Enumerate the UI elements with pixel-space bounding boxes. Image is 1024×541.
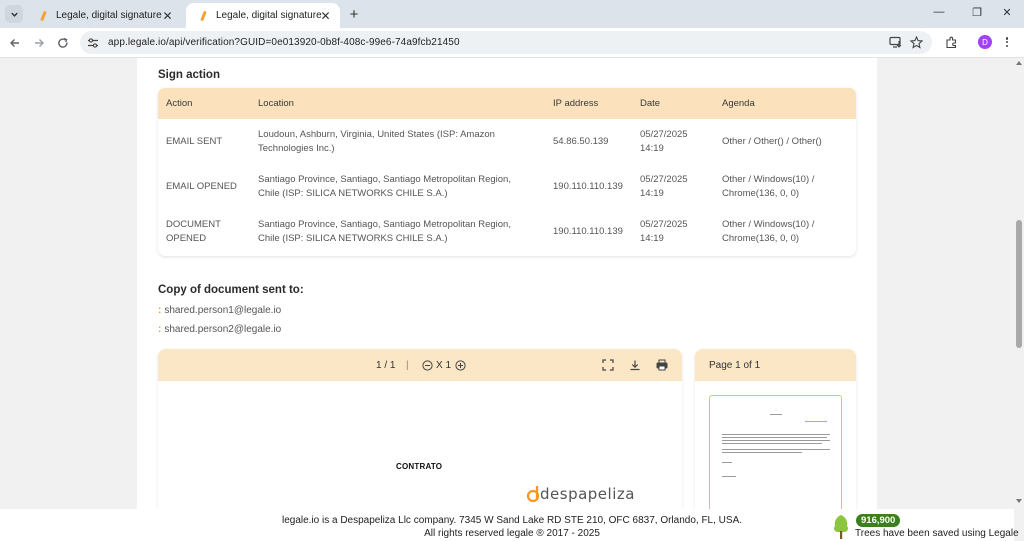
tab-title: Legale, digital signature — [56, 10, 162, 21]
table-row: EMAIL OPENED Santiago Province, Santiago… — [158, 164, 856, 209]
install-app-icon[interactable] — [888, 35, 902, 49]
tree-icon — [834, 515, 848, 539]
arrow-right-icon — [35, 39, 44, 47]
page-of-label: Page 1 of 1 — [709, 360, 761, 371]
toolbar-separator: | — [406, 360, 409, 371]
column-header-agenda: Agenda — [722, 98, 755, 109]
tune-icon[interactable] — [86, 36, 100, 50]
cell-ip: 190.110.110.139 — [553, 225, 623, 237]
viewer-toolbar: 1 / 1 | X 1 — [158, 349, 682, 381]
address-bar[interactable]: app.legale.io/api/verification?GUID=0e01… — [80, 31, 932, 54]
chevron-down-icon — [10, 12, 18, 17]
url-text: app.legale.io/api/verification?GUID=0e01… — [108, 37, 460, 48]
cell-agenda: Other / Windows(10) / Chrome(136, 0, 0) — [722, 218, 815, 244]
table-row: DOCUMENT OPENED Santiago Province, Santi… — [158, 209, 856, 254]
logo-wordmark: despapeliza — [540, 485, 635, 503]
cell-location: Santiago Province, Santiago, Santiago Me… — [258, 218, 511, 244]
cell-action: DOCUMENT OPENED — [166, 218, 221, 244]
forward-button[interactable] — [30, 34, 48, 52]
legale-favicon-icon — [198, 11, 208, 21]
cell-agenda: Other / Other() / Other() — [722, 135, 822, 147]
kebab-menu-icon[interactable] — [1003, 35, 1011, 49]
cell-date: 05/27/2025 14:19 — [640, 218, 688, 244]
close-icon[interactable]: ✕ — [161, 9, 174, 23]
document-title: CONTRATO — [396, 462, 443, 471]
zoom-level: X 1 — [436, 360, 452, 371]
reload-button[interactable] — [54, 34, 72, 52]
zoom-in-icon[interactable] — [453, 358, 467, 372]
close-icon[interactable]: ✕ — [319, 9, 332, 23]
sign-action-heading: Sign action — [158, 69, 220, 81]
minimize-button[interactable]: — — [932, 6, 946, 18]
column-header-location: Location — [258, 98, 294, 109]
recipient-email: shared.person2@legale.io — [164, 324, 282, 335]
tab-legale-2-active[interactable]: Legale, digital signature ✕ — [186, 3, 340, 28]
star-icon[interactable] — [909, 35, 923, 49]
cell-location: Loudoun, Ashburn, Virginia, United State… — [258, 128, 495, 154]
trees-saved-text: Trees have been saved using Legale — [855, 528, 1019, 539]
column-header-date: Date — [640, 98, 661, 109]
recipient-email: shared.person1@legale.io — [164, 305, 282, 316]
cell-ip: 54.86.50.139 — [553, 135, 609, 147]
profile-avatar[interactable]: D — [978, 35, 992, 49]
browser-tab-bar: Legale, digital signature ✕ Legale, digi… — [0, 0, 1024, 28]
arrow-left-icon — [10, 39, 19, 47]
scroll-up-arrow-icon[interactable] — [1016, 61, 1022, 65]
cell-action: EMAIL OPENED — [166, 180, 237, 192]
page-scrollbar[interactable] — [1014, 58, 1024, 541]
scroll-down-arrow-icon[interactable] — [1016, 499, 1022, 503]
list-item: : shared.person2@legale.io — [158, 324, 282, 335]
fullscreen-icon[interactable] — [601, 358, 615, 372]
new-tab-button[interactable]: + — [345, 5, 363, 23]
cell-location: Santiago Province, Santiago, Santiago Me… — [258, 173, 511, 199]
scroll-thumb[interactable] — [1016, 220, 1022, 348]
page-thumbnail[interactable] — [709, 395, 842, 509]
back-button[interactable] — [6, 34, 24, 52]
despapeliza-logo: despapeliza — [526, 483, 635, 505]
tab-search-button[interactable] — [5, 5, 23, 23]
sign-action-table: Action Location IP address Date Agenda E… — [158, 88, 856, 256]
verification-content: Sign action Action Location IP address D… — [137, 58, 877, 509]
page-indicator: 1 / 1 — [376, 360, 396, 371]
cell-date: 05/27/2025 14:19 — [640, 128, 688, 154]
download-icon[interactable] — [628, 358, 642, 372]
close-window-button[interactable]: ✕ — [1000, 6, 1014, 19]
page-thumbnails: Page 1 of 1 — [695, 349, 856, 509]
browser-toolbar: app.legale.io/api/verification?GUID=0e01… — [0, 28, 1024, 58]
tab-title: Legale, digital signature — [216, 10, 322, 21]
page-viewport: Sign action Action Location IP address D… — [0, 58, 1014, 509]
table-header: Action Location IP address Date Agenda — [158, 88, 856, 119]
zoom-out-icon[interactable] — [420, 358, 434, 372]
document-viewer: 1 / 1 | X 1 CONTRATO despapeliza — [158, 349, 682, 509]
thumbnails-header: Page 1 of 1 — [695, 349, 856, 381]
cell-action: EMAIL SENT — [166, 135, 223, 147]
copy-sent-heading: Copy of document sent to: — [158, 284, 304, 296]
cell-agenda: Other / Windows(10) / Chrome(136, 0, 0) — [722, 173, 815, 199]
cell-ip: 190.110.110.139 — [553, 180, 623, 192]
column-header-action: Action — [166, 98, 193, 109]
table-row: EMAIL SENT Loudoun, Ashburn, Virginia, U… — [158, 119, 856, 164]
restore-button[interactable]: ❐ — [970, 6, 984, 19]
print-icon[interactable] — [655, 358, 669, 372]
despapeliza-mark-icon — [526, 486, 540, 503]
cell-date: 05/27/2025 14:19 — [640, 173, 688, 199]
reload-icon — [58, 37, 68, 48]
list-item: : shared.person1@legale.io — [158, 305, 282, 316]
trees-saved-widget: 916,900 Trees have been saved using Lega… — [832, 513, 1019, 541]
trees-count-badge: 916,900 — [856, 514, 901, 527]
legale-favicon-icon — [38, 11, 48, 21]
column-header-ip: IP address — [553, 98, 599, 109]
tab-legale-1[interactable]: Legale, digital signature ✕ — [26, 3, 182, 28]
puzzle-icon[interactable] — [944, 35, 958, 49]
